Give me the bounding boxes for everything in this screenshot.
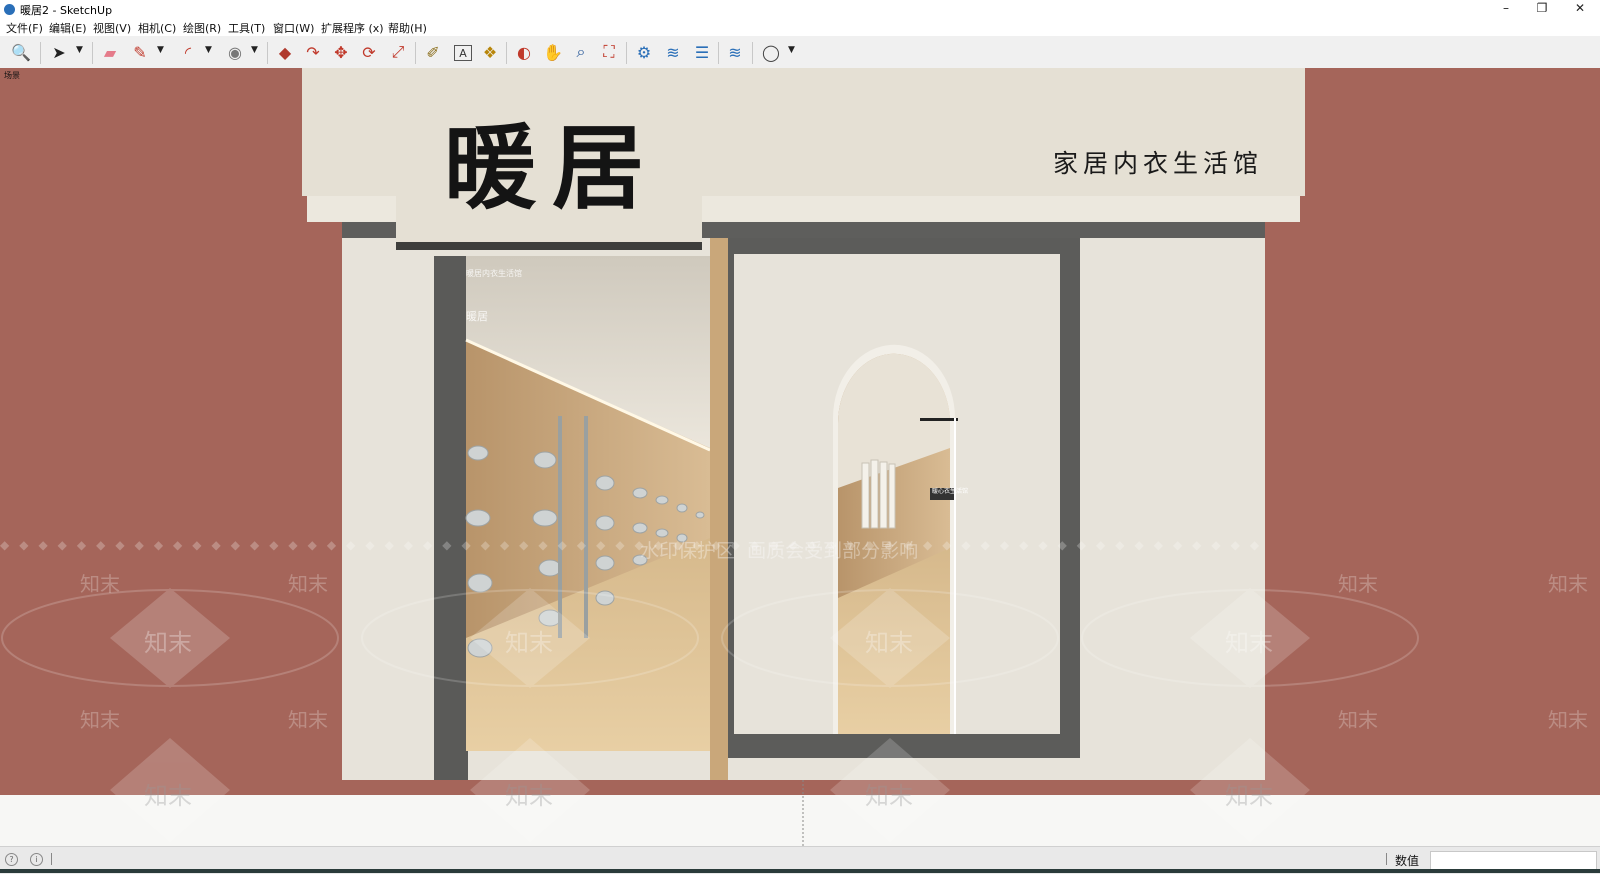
status-divider xyxy=(51,853,52,865)
model-viewport[interactable]: 场景 暖居 家居内衣生活馆 暖居内衣生活馆 暖居 暖心衣生活馆 水印保护区 画质… xyxy=(0,68,1600,846)
restore-button[interactable]: ❐ xyxy=(1524,0,1560,19)
status-divider xyxy=(1386,853,1387,865)
watermark-logo: 知末 xyxy=(1225,629,1273,657)
arc-icon[interactable]: ◜ xyxy=(176,40,200,64)
taskbar-strip xyxy=(0,869,1600,873)
watermark-logo: 知末 xyxy=(80,708,120,732)
brand-char-2: 居 xyxy=(552,114,661,222)
account-icon[interactable]: ◯ xyxy=(759,40,783,64)
toolbar-separator xyxy=(40,42,41,64)
zoom-extents-icon[interactable]: ⛶ xyxy=(597,40,621,64)
toolbar-separator xyxy=(752,42,753,64)
measurements-input[interactable] xyxy=(1430,851,1597,871)
rotate-icon[interactable]: ⟳ xyxy=(357,40,381,64)
menu-camera[interactable]: 相机(C) xyxy=(138,20,176,36)
line-dropdown-icon[interactable]: ▼ xyxy=(157,45,164,55)
menu-tools[interactable]: 工具(T) xyxy=(228,20,265,36)
watermark-logo: 知末 xyxy=(288,708,328,732)
brand-title: 暖居 xyxy=(444,118,654,218)
brand-sign-shadow xyxy=(396,242,702,250)
measurements-label: 数值 xyxy=(1395,854,1420,868)
follow-me-icon[interactable]: ↷ xyxy=(301,40,325,64)
geo-location-icon[interactable]: ? xyxy=(5,853,18,866)
hanging-garments xyxy=(861,459,896,529)
zoom-tool-icon[interactable]: ⌕ xyxy=(569,40,593,64)
interior-label-small: 暖居内衣生活馆 xyxy=(466,269,522,278)
pan-icon[interactable]: ✋ xyxy=(541,40,565,64)
account-dropdown-icon[interactable]: ▼ xyxy=(788,45,795,55)
watermark-logo: 知末 xyxy=(1548,572,1588,596)
watermark-diamond-row: ◆◆◆◆◆◆◆◆◆◆◆◆◆◆◆◆◆◆◆◆◆◆◆◆◆◆◆◆◆◆◆◆◆◆◆◆◆◆◆◆… xyxy=(0,538,1270,552)
zoom-icon[interactable]: 🔍 xyxy=(9,40,33,64)
orbit-icon[interactable]: ◐ xyxy=(512,40,536,64)
shape-dropdown-icon[interactable]: ▼ xyxy=(251,45,258,55)
brand-tagline: 家居内衣生活馆 xyxy=(1053,149,1264,178)
watermark-logo: 知末 xyxy=(1225,782,1273,810)
watermark-logo: 知末 xyxy=(505,782,553,810)
close-button[interactable]: ✕ xyxy=(1562,0,1598,19)
toolbar-separator xyxy=(92,42,93,64)
toolbar-separator xyxy=(267,42,268,64)
warehouse-icon[interactable]: ⚙ xyxy=(632,40,656,64)
move-icon[interactable]: ✥ xyxy=(329,40,353,64)
watermark-logo: 知末 xyxy=(865,782,913,810)
paint-bucket-icon[interactable]: ❖ xyxy=(478,40,502,64)
watermark-logo: 知末 xyxy=(288,572,328,596)
watermark-logo: 知末 xyxy=(144,629,192,657)
menu-draw[interactable]: 绘图(R) xyxy=(183,20,221,36)
eraser-icon[interactable]: ▰ xyxy=(98,40,122,64)
select-icon[interactable]: ➤ xyxy=(47,40,71,64)
sketchup-icon xyxy=(4,4,15,15)
window-title: 暖居2 - SketchUp xyxy=(20,4,113,17)
select-dropdown-icon[interactable]: ▼ xyxy=(76,45,83,55)
door-leaf-edge xyxy=(710,238,728,780)
title-bar: 暖居2 - SketchUp – ❐ ✕ xyxy=(0,0,1600,19)
extension-warehouse-icon[interactable]: ≋ xyxy=(661,40,685,64)
scale-icon[interactable]: ⤢ xyxy=(386,40,410,64)
toolbar-separator xyxy=(718,42,719,64)
menu-edit[interactable]: 编辑(E) xyxy=(49,20,87,36)
toolbar-separator xyxy=(626,42,627,64)
toolbar: 🔍 ➤ ▼ ▰ ✎ ▼ ◜ ▼ ◉ ▼ ◆ ↷ ✥ ⟳ ⤢ ✐ A ❖ ◐ ✋ … xyxy=(0,36,1600,69)
toolbar-separator xyxy=(415,42,416,64)
menu-help[interactable]: 帮助(H) xyxy=(388,20,427,36)
menu-view[interactable]: 视图(V) xyxy=(93,20,131,36)
door-jamb-left xyxy=(434,256,468,780)
menu-bar: 文件(F) 编辑(E) 视图(V) 相机(C) 绘图(R) 工具(T) 窗口(W… xyxy=(0,19,1600,36)
push-pull-icon[interactable]: ◆ xyxy=(273,40,297,64)
shape-icon[interactable]: ◉ xyxy=(223,40,247,64)
watermark-logo: 知末 xyxy=(80,572,120,596)
arch-sign-label: 暖心衣生活馆 xyxy=(932,488,969,495)
info-icon[interactable]: i xyxy=(30,853,43,866)
tape-measure-icon[interactable]: ✐ xyxy=(421,40,445,64)
text-icon[interactable]: A xyxy=(454,45,472,61)
watermark-logo: 知末 xyxy=(1338,572,1378,596)
interior-label-brand: 暖居 xyxy=(466,310,488,323)
pencil-icon[interactable]: ✎ xyxy=(128,40,152,64)
watermark-logo: 知末 xyxy=(505,629,553,657)
arc-dropdown-icon[interactable]: ▼ xyxy=(205,45,212,55)
watermark-logo: 知末 xyxy=(1548,708,1588,732)
minimize-button[interactable]: – xyxy=(1488,0,1524,19)
brand-char-1: 暖 xyxy=(444,114,553,222)
extension-manager-icon[interactable]: ≋ xyxy=(723,40,747,64)
watermark-logo: 知末 xyxy=(1338,708,1378,732)
layout-icon[interactable]: ☰ xyxy=(690,40,714,64)
menu-file[interactable]: 文件(F) xyxy=(6,20,43,36)
menu-window[interactable]: 窗口(W) xyxy=(273,20,314,36)
menu-extensions[interactable]: 扩展程序 (x) xyxy=(321,20,384,36)
toolbar-separator xyxy=(506,42,507,64)
watermark-logo: 知末 xyxy=(865,629,913,657)
watermark-logo: 知末 xyxy=(144,782,192,810)
